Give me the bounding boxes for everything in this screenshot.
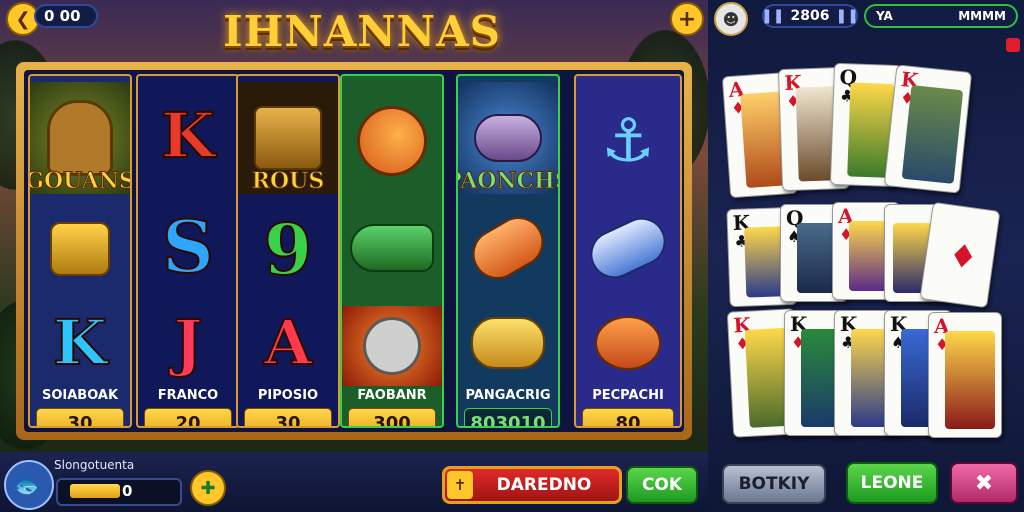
reel-5-label: PANGACRIG (465, 388, 551, 403)
reel-2: K S J FRANCO 20 (136, 74, 240, 428)
bet-icon: ✝ (447, 471, 473, 499)
back-arrow-icon: ❮ (15, 8, 31, 30)
avatar-face-icon: ☻ (722, 9, 740, 29)
fish-avatar-icon: 🐟 (14, 471, 44, 499)
add-coins-button[interactable]: + (670, 2, 704, 36)
avatar[interactable]: ☻ (714, 2, 748, 36)
fishing-hook-symbol: ⚓ (576, 86, 680, 196)
card-k-hearts[interactable]: K ♦ (883, 64, 973, 194)
balance-fill (70, 484, 120, 498)
reel-1-tag: GOUANS (28, 168, 132, 195)
reel-2-value: 20 (144, 408, 232, 426)
orange-fish-symbol (342, 86, 442, 196)
reel-3-tag: ROUS (251, 168, 325, 195)
letter-a-symbol: A (263, 305, 313, 380)
gold-pot-symbol (30, 204, 130, 294)
cat-king-symbol (342, 306, 442, 386)
share-button[interactable]: ✖ (950, 462, 1018, 504)
reel-2-label: FRANCO (157, 388, 219, 403)
bet-button[interactable]: ✝ DAREDNO (442, 466, 622, 504)
letter-s-symbol: S (161, 203, 215, 290)
koi-fish-symbol (458, 202, 558, 294)
number-9-symbol: 9 (263, 207, 314, 292)
hook-icon: ⚓ (601, 106, 655, 176)
botkiy-button[interactable]: BOTKIY (722, 464, 826, 504)
reel-3-value: 30 (244, 408, 332, 426)
status-pill: YA MMMM (864, 4, 1018, 28)
reel-6-label: PECPACHI (592, 388, 664, 403)
notification-badge[interactable] (1006, 38, 1020, 52)
player-avatar[interactable]: 🐟 (4, 460, 54, 510)
pause-icon-right: ❚❚ (835, 8, 859, 24)
score-counter: ❚❚ 2806 ❚❚ (761, 4, 859, 28)
game-title: IHNANNAS (222, 6, 501, 56)
blue-fish-symbol (576, 202, 680, 294)
reel-5-tag: PAONCHS (458, 168, 558, 195)
pause-icon: ❚❚ (761, 8, 785, 24)
reel-1-label: SOIABOAK (41, 388, 119, 403)
card-art (945, 331, 995, 429)
reel-4-value: 300 (348, 408, 436, 426)
reel-3-label: PIPOSIO (257, 388, 319, 403)
reel-5: PAONCHS PANGACRIG 803010 (456, 74, 560, 428)
reel-5-value: 803010 (464, 408, 552, 426)
reel-1: GOUANS K SOIABOAK 30 (28, 74, 132, 428)
letter-k-symbol: K (52, 305, 108, 380)
puffer-fish-symbol (576, 302, 680, 384)
settings-button[interactable]: ✚ (190, 470, 226, 506)
plus-icon: ✚ (200, 477, 216, 499)
diamond-icon: ♦ (946, 235, 981, 278)
card-a-hearts-row3[interactable]: A ♦ (928, 312, 1002, 438)
card-art (901, 85, 964, 184)
reel-6: ⚓ PECPACHI 80 (574, 74, 682, 428)
reel-4-label: FAOBANR (357, 388, 427, 403)
balance-bar: 0 (56, 478, 182, 506)
player-name: Slongotuenta (54, 458, 135, 472)
reel-4: FAOBANR 300 (340, 74, 444, 428)
ok-button[interactable]: COK (626, 466, 698, 504)
reel-3: ROUS 9 A PIPOSIO 30 (236, 74, 340, 428)
letter-j-symbol: J (172, 305, 203, 380)
gold-treasure-symbol (458, 302, 558, 384)
card-diamond-face-up[interactable]: ♦ (919, 201, 1001, 309)
reel-1-value: 30 (36, 408, 124, 426)
balance-value: 0 (122, 482, 133, 500)
letter-k-symbol: K (160, 98, 216, 173)
share-arrow-icon: ✖ (974, 470, 994, 496)
coin-counter: 0 00 (34, 4, 98, 28)
green-fish-symbol (342, 202, 442, 294)
reel-6-value: 80 (582, 408, 674, 426)
plus-icon: + (677, 6, 697, 32)
leone-button[interactable]: LEONE (846, 462, 938, 504)
